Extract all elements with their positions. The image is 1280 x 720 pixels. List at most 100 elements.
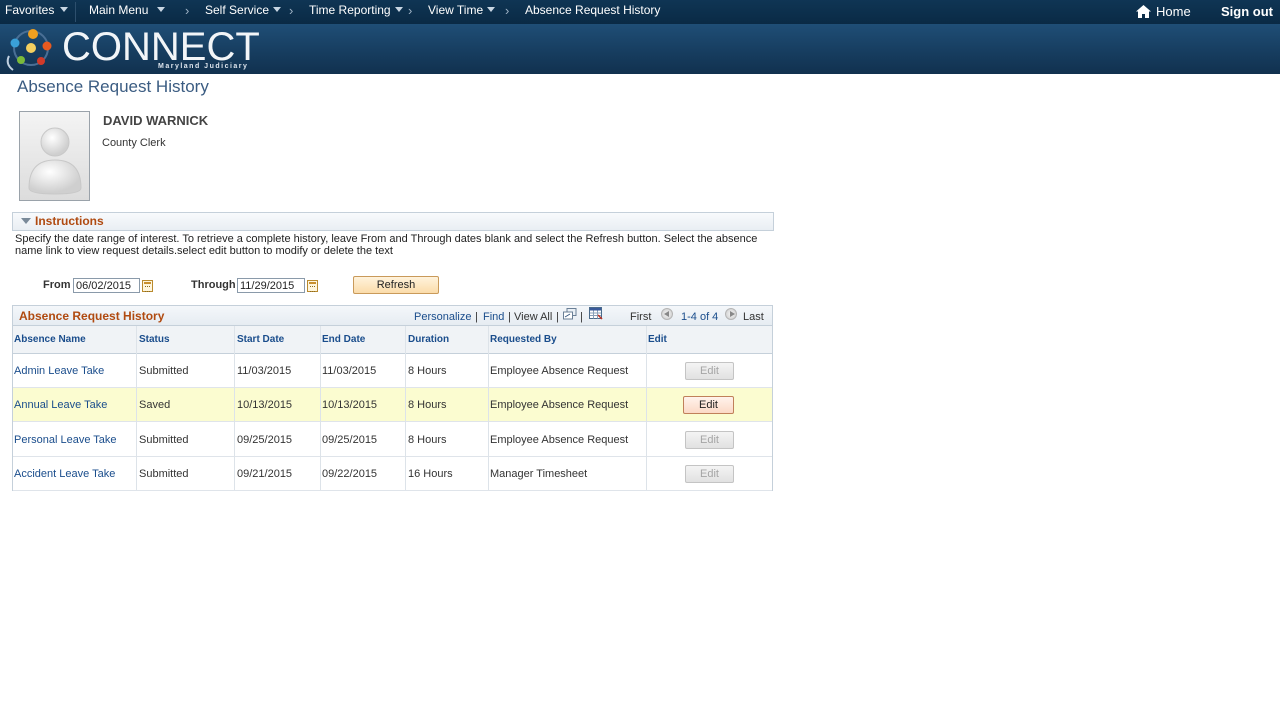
page-title: Absence Request History — [17, 77, 209, 96]
status-cell: Saved — [139, 399, 171, 411]
collapse-triangle-icon — [21, 218, 31, 224]
last-label: Last — [743, 311, 764, 323]
nav-separator — [75, 2, 76, 22]
grid-title: Absence Request History — [19, 309, 165, 323]
zoom-grid-icon[interactable] — [563, 308, 577, 320]
refresh-button[interactable]: Refresh — [353, 276, 439, 294]
edit-button[interactable]: Edit — [683, 396, 734, 414]
edit-button-disabled: Edit — [685, 465, 734, 483]
home-icon — [1136, 5, 1151, 18]
sign-out-link[interactable]: Sign out — [1221, 0, 1273, 24]
grid-separator: | — [580, 311, 583, 323]
view-all-link[interactable]: View All — [514, 311, 552, 323]
nav-favorites[interactable]: Favorites — [5, 0, 69, 24]
status-cell: Submitted — [139, 468, 189, 480]
grid-header: Absence Request History Personalize | Fi… — [13, 306, 772, 326]
duration-cell: 8 Hours — [408, 365, 447, 377]
chevron-right-icon: › — [408, 3, 413, 18]
grid-separator: | — [556, 311, 559, 323]
nav-time-reporting[interactable]: Time Reporting — [309, 0, 403, 24]
previous-page-icon[interactable] — [661, 308, 673, 320]
column-divider — [320, 326, 321, 490]
table-row: Personal Leave Take Submitted 09/25/2015… — [13, 423, 772, 457]
column-divider — [234, 326, 235, 490]
through-label: Through — [191, 279, 236, 291]
nav-self-service-label: Self Service — [205, 3, 270, 17]
chevron-right-icon: › — [289, 3, 294, 18]
brand-subtitle: Maryland Judiciary — [158, 63, 249, 70]
col-header-start-date[interactable]: Start Date — [237, 334, 284, 345]
start-date-cell: 09/25/2015 — [237, 434, 293, 446]
absence-name-link[interactable]: Personal Leave Take — [14, 434, 117, 446]
from-date-input[interactable] — [73, 278, 140, 293]
caret-down-icon — [273, 7, 282, 12]
end-date-cell: 09/22/2015 — [322, 468, 378, 480]
personalize-link[interactable]: Personalize — [414, 311, 471, 323]
nav-self-service[interactable]: Self Service — [205, 0, 282, 24]
nav-view-time-label: View Time — [428, 3, 484, 17]
status-cell: Submitted — [139, 434, 189, 446]
table-row-selected: Annual Leave Take Saved 10/13/2015 10/13… — [13, 388, 772, 422]
column-divider — [136, 326, 137, 490]
requested-by-cell: Employee Absence Request — [490, 365, 629, 377]
absence-name-link[interactable]: Annual Leave Take — [14, 399, 107, 411]
chevron-right-icon: › — [505, 3, 510, 18]
end-date-cell: 11/03/2015 — [322, 365, 377, 377]
absence-history-grid: Absence Request History Personalize | Fi… — [12, 305, 773, 491]
calendar-icon[interactable] — [142, 280, 153, 292]
download-spreadsheet-icon[interactable] — [589, 307, 603, 320]
col-header-status[interactable]: Status — [139, 334, 170, 345]
employee-job-title: County Clerk — [102, 137, 166, 149]
chevron-right-icon: › — [185, 3, 190, 18]
nav-main-menu-label: Main Menu — [89, 3, 149, 17]
nav-current-page: Absence Request History — [525, 0, 660, 24]
home-link[interactable]: Home — [1136, 0, 1191, 24]
instructions-text: Specify the date range of interest. To r… — [15, 233, 758, 257]
instructions-toggle[interactable]: Instructions — [12, 212, 774, 231]
next-page-icon[interactable] — [725, 308, 737, 320]
requested-by-cell: Employee Absence Request — [490, 399, 629, 411]
absence-name-link[interactable]: Accident Leave Take — [14, 468, 115, 480]
grid-separator: | — [508, 311, 511, 323]
column-divider — [488, 326, 489, 490]
table-row: Accident Leave Take Submitted 09/21/2015… — [13, 457, 772, 491]
column-headers: Absence Name Status Start Date End Date … — [13, 326, 772, 354]
col-header-duration[interactable]: Duration — [408, 334, 449, 345]
find-link[interactable]: Find — [483, 311, 504, 323]
start-date-cell: 11/03/2015 — [237, 365, 292, 377]
nav-current-label: Absence Request History — [525, 3, 661, 17]
table-row: Admin Leave Take Submitted 11/03/2015 11… — [13, 354, 772, 388]
end-date-cell: 09/25/2015 — [322, 434, 378, 446]
absence-name-link[interactable]: Admin Leave Take — [14, 365, 104, 377]
col-header-absence-name[interactable]: Absence Name — [14, 334, 86, 345]
duration-cell: 16 Hours — [408, 468, 453, 480]
nav-main-menu[interactable]: Main Menu — [89, 0, 166, 24]
column-divider — [405, 326, 406, 490]
first-label: First — [630, 311, 652, 323]
connect-logo-icon — [6, 29, 52, 71]
start-date-cell: 10/13/2015 — [237, 399, 293, 411]
col-header-edit: Edit — [648, 334, 667, 345]
nav-view-time[interactable]: View Time — [428, 0, 496, 24]
employee-name: DAVID WARNICK — [103, 113, 209, 128]
calendar-icon[interactable] — [307, 280, 318, 292]
column-divider — [646, 326, 647, 490]
col-header-requested-by[interactable]: Requested By — [490, 334, 557, 345]
start-date-cell: 09/21/2015 — [237, 468, 293, 480]
edit-button-disabled: Edit — [685, 431, 734, 449]
duration-cell: 8 Hours — [408, 434, 447, 446]
end-date-cell: 10/13/2015 — [322, 399, 378, 411]
from-label: From — [43, 279, 71, 291]
top-nav-bar: Favorites Main Menu › Self Service › Tim… — [0, 0, 1280, 24]
caret-down-icon — [60, 7, 69, 12]
caret-down-icon — [487, 7, 496, 12]
caret-down-icon — [157, 7, 166, 12]
row-range: 1-4 of 4 — [681, 311, 719, 323]
requested-by-cell: Manager Timesheet — [490, 468, 588, 480]
through-date-input[interactable] — [237, 278, 305, 293]
home-label: Home — [1156, 4, 1191, 19]
nav-favorites-label: Favorites — [5, 3, 55, 17]
col-header-end-date[interactable]: End Date — [322, 334, 365, 345]
header-banner: CONNECT Maryland Judiciary — [0, 24, 1280, 74]
caret-down-icon — [394, 7, 403, 12]
